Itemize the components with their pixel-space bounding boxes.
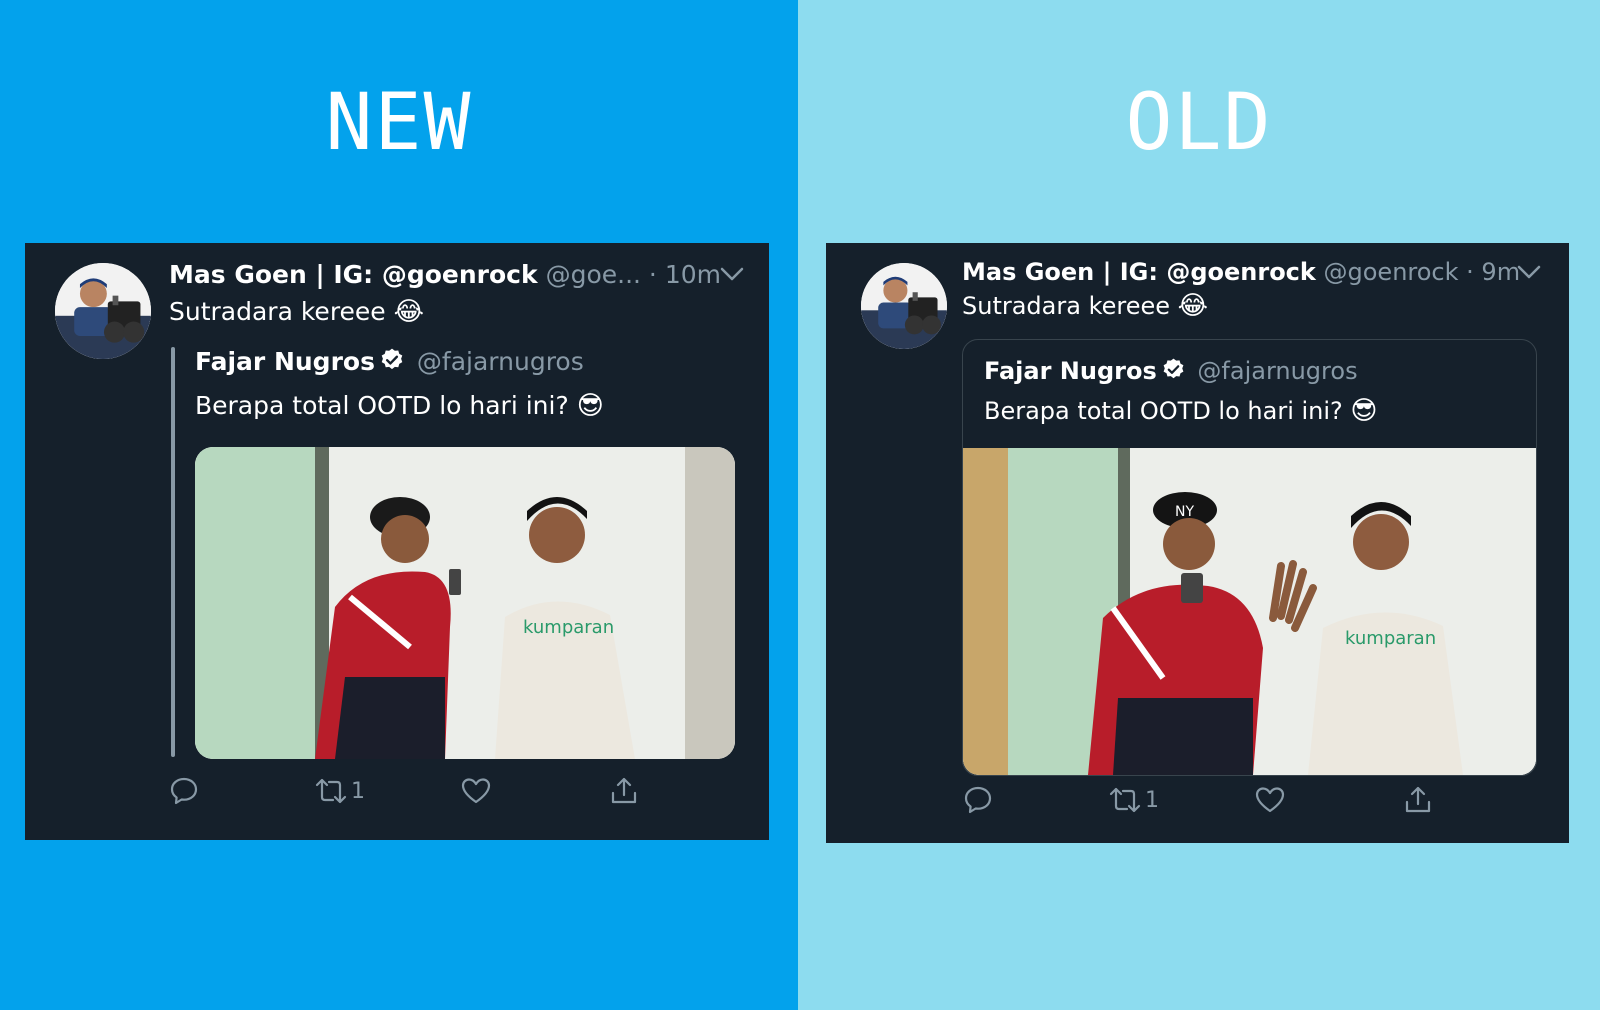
tweet-card-new[interactable]: Mas Goen | IG: @goenrock @goe... · 10m S…	[25, 243, 769, 840]
verified-badge-icon	[379, 347, 405, 382]
share-icon[interactable]	[1402, 780, 1434, 820]
tweet-text: Sutradara kereee 😂	[169, 295, 424, 329]
handle[interactable]: @goenrock	[1324, 258, 1459, 286]
reply-icon[interactable]	[168, 771, 200, 811]
tweet-header: Mas Goen | IG: @goenrock @goe... · 10m	[169, 258, 721, 292]
tweet-emoji: 😂	[393, 297, 425, 327]
quote-header: Fajar Nugros @fajarnugros	[984, 354, 1358, 391]
video-thumbnail[interactable]: kumparan	[195, 447, 735, 759]
new-panel: NEW Mas Goen | IG: @goenrock @goe... · 1…	[0, 0, 798, 1010]
verified-badge-icon	[1161, 357, 1186, 391]
video-thumbnail[interactable]: NY kumparan	[963, 448, 1536, 775]
svg-text:NY: NY	[1175, 504, 1194, 520]
chevron-down-icon[interactable]	[719, 265, 745, 287]
timestamp[interactable]: 9m	[1481, 258, 1520, 286]
thread-line	[171, 347, 175, 757]
quote-text-content: Berapa total OOTD lo hari ini?	[984, 397, 1343, 425]
quote-handle[interactable]: @fajarnugros	[417, 347, 584, 376]
display-name[interactable]: Mas Goen | IG: @goenrock	[169, 260, 538, 289]
avatar[interactable]	[55, 263, 151, 359]
quote-header: Fajar Nugros @fajarnugros	[195, 345, 584, 382]
tweet-text: Sutradara kereee 😂	[962, 289, 1208, 323]
quoted-tweet[interactable]: Fajar Nugros @fajarnugros Berapa total O…	[195, 345, 745, 765]
avatar-photo	[55, 263, 151, 359]
tweet-text-content: Sutradara kereee	[169, 297, 386, 326]
chevron-down-icon[interactable]	[1516, 263, 1542, 285]
quote-text: Berapa total OOTD lo hari ini? 😎	[984, 394, 1378, 428]
separator: ·	[640, 260, 665, 289]
quote-text-content: Berapa total OOTD lo hari ini?	[195, 391, 569, 420]
retweet-icon	[1107, 784, 1143, 816]
timestamp[interactable]: 10m	[665, 260, 721, 289]
video-frame: NY kumparan	[963, 448, 1536, 775]
old-panel: OLD Mas Goen | IG: @goenrock @goenrock ·…	[798, 0, 1600, 1010]
avatar-photo	[861, 263, 947, 349]
tweet-card-old[interactable]: Mas Goen | IG: @goenrock @goenrock · 9m …	[826, 243, 1569, 843]
tweet-actions: 1	[168, 771, 658, 811]
panel-title-old: OLD	[1125, 78, 1273, 168]
tweet-emoji: 😂	[1177, 291, 1209, 321]
tweet-actions: 1	[962, 780, 1452, 820]
separator: ·	[1458, 258, 1482, 286]
svg-text:kumparan: kumparan	[523, 617, 614, 638]
reply-icon[interactable]	[962, 780, 994, 820]
retweet-icon	[313, 775, 349, 807]
avatar[interactable]	[861, 263, 947, 349]
retweet-count: 1	[351, 778, 365, 804]
retweet-count: 1	[1145, 787, 1159, 813]
tweet-text-content: Sutradara kereee	[962, 292, 1171, 320]
quote-display-name[interactable]: Fajar Nugros	[195, 347, 375, 376]
retweet-button[interactable]: 1	[1107, 780, 1159, 820]
share-icon[interactable]	[608, 771, 640, 811]
retweet-button[interactable]: 1	[313, 771, 365, 811]
quoted-tweet[interactable]: Fajar Nugros @fajarnugros Berapa total O…	[962, 339, 1537, 776]
display-name[interactable]: Mas Goen | IG: @goenrock	[962, 258, 1316, 286]
quote-display-name[interactable]: Fajar Nugros	[984, 357, 1157, 385]
panel-title-new: NEW	[325, 78, 473, 168]
svg-text:kumparan: kumparan	[1345, 628, 1436, 649]
handle[interactable]: @goe...	[546, 260, 641, 289]
heart-icon[interactable]	[1254, 780, 1286, 820]
quote-emoji: 😎	[1350, 396, 1378, 426]
quote-handle[interactable]: @fajarnugros	[1197, 357, 1357, 385]
quote-emoji: 😎	[576, 391, 604, 421]
heart-icon[interactable]	[460, 771, 492, 811]
video-frame: kumparan	[195, 447, 735, 759]
tweet-header: Mas Goen | IG: @goenrock @goenrock · 9m	[962, 255, 1520, 289]
quote-text: Berapa total OOTD lo hari ini? 😎	[195, 389, 604, 423]
